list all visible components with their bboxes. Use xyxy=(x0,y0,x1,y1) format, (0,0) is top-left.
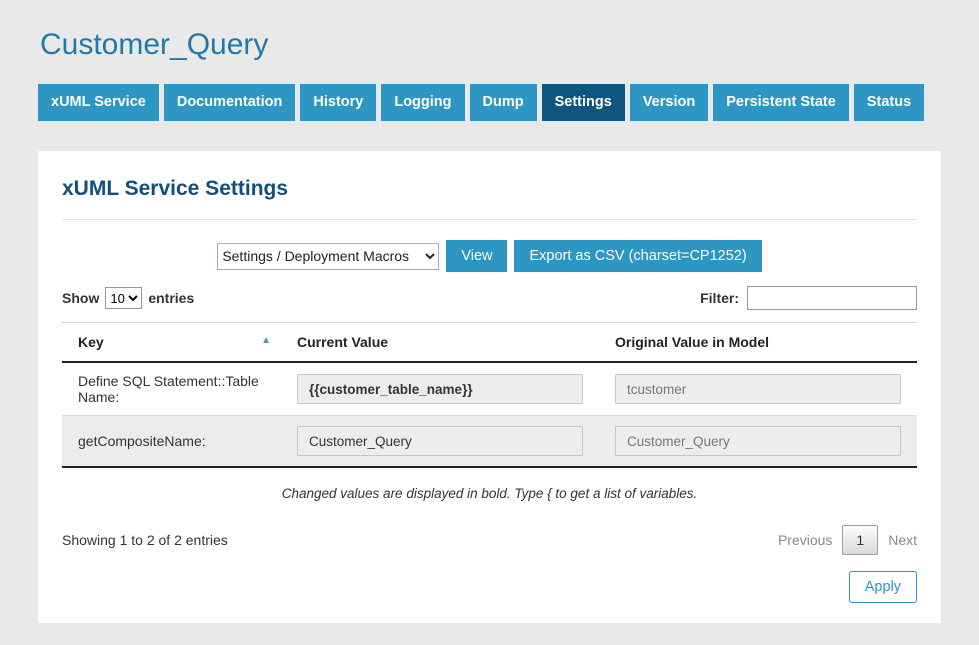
current-value-input[interactable] xyxy=(297,426,583,456)
page-title: Customer_Query xyxy=(38,0,941,66)
table-row: getCompositeName: xyxy=(62,416,917,468)
filter-label: Filter: xyxy=(700,290,739,306)
tab-history[interactable]: History xyxy=(300,84,376,121)
column-header-original-value[interactable]: Original Value in Model xyxy=(599,323,917,363)
page: Customer_Query xUML Service Documentatio… xyxy=(0,0,979,623)
original-value-field xyxy=(615,426,901,456)
apply-row: Apply xyxy=(62,571,917,605)
macro-controls: Settings / Deployment Macros View Export… xyxy=(62,240,917,272)
page-length-select[interactable]: 10 xyxy=(105,287,142,309)
table-row: Define SQL Statement::Table Name: xyxy=(62,362,917,416)
macro-select[interactable]: Settings / Deployment Macros xyxy=(217,243,439,270)
setting-key: Define SQL Statement::Table Name: xyxy=(62,362,281,416)
view-button[interactable]: View xyxy=(446,240,507,272)
tab-documentation[interactable]: Documentation xyxy=(164,84,296,121)
help-note: Changed values are displayed in bold. Ty… xyxy=(62,468,917,507)
apply-button[interactable]: Apply xyxy=(849,571,917,603)
setting-key: getCompositeName: xyxy=(62,416,281,468)
pagination-previous[interactable]: Previous xyxy=(778,532,832,548)
filter: Filter: xyxy=(700,286,917,310)
pagination-next[interactable]: Next xyxy=(888,532,917,548)
tab-status[interactable]: Status xyxy=(854,84,924,121)
entries-label: entries xyxy=(148,290,194,306)
filter-input[interactable] xyxy=(747,286,917,310)
table-header-row: Key ▲ Current Value Original Value in Mo… xyxy=(62,323,917,363)
list-controls: Show 10 entries Filter: xyxy=(62,286,917,310)
tab-settings[interactable]: Settings xyxy=(542,84,625,121)
column-header-key[interactable]: Key ▲ xyxy=(62,323,281,363)
pagination: Previous 1 Next xyxy=(778,525,917,555)
original-value-field xyxy=(615,374,901,404)
current-value-input[interactable] xyxy=(297,374,583,404)
sort-asc-icon[interactable]: ▲ xyxy=(261,335,271,346)
settings-table: Key ▲ Current Value Original Value in Mo… xyxy=(62,322,917,468)
export-csv-button[interactable]: Export as CSV (charset=CP1252) xyxy=(514,240,761,272)
table-footer: Showing 1 to 2 of 2 entries Previous 1 N… xyxy=(62,525,917,555)
show-label: Show xyxy=(62,290,99,306)
entries-summary: Showing 1 to 2 of 2 entries xyxy=(62,532,228,548)
settings-panel: xUML Service Settings Settings / Deploym… xyxy=(38,151,941,623)
panel-heading: xUML Service Settings xyxy=(62,173,917,220)
tab-bar: xUML Service Documentation History Loggi… xyxy=(38,84,941,121)
column-header-current-value[interactable]: Current Value xyxy=(281,323,599,363)
tab-dump[interactable]: Dump xyxy=(470,84,537,121)
tab-version[interactable]: Version xyxy=(630,84,708,121)
pagination-page-1[interactable]: 1 xyxy=(842,525,878,555)
column-header-key-label: Key xyxy=(78,334,104,350)
tab-xuml-service[interactable]: xUML Service xyxy=(38,84,159,121)
tab-logging[interactable]: Logging xyxy=(381,84,464,121)
show-entries: Show 10 entries xyxy=(62,287,194,309)
tab-persistent-state[interactable]: Persistent State xyxy=(713,84,849,121)
